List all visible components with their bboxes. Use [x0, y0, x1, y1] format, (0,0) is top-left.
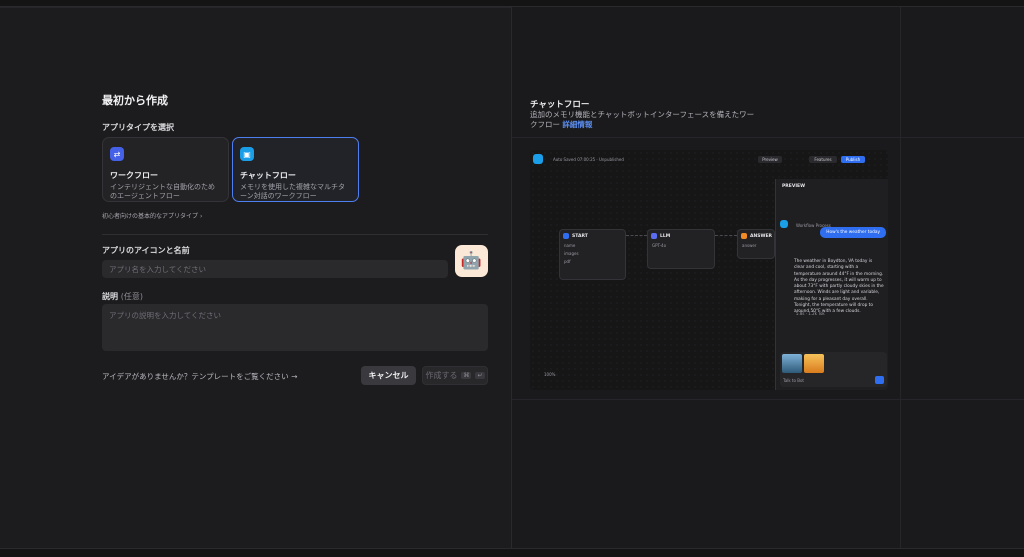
description-label-text: 説明 [102, 292, 118, 301]
divider [512, 137, 1024, 138]
answer-node: ANSWER answer [737, 229, 775, 259]
page-title: 最初から作成 [102, 94, 168, 107]
divider [0, 7, 511, 8]
var-pdf: pdf [564, 259, 571, 264]
input-placeholder: Talk to Bot [783, 378, 804, 383]
llm-title: LLM [660, 234, 671, 239]
llm-icon [651, 233, 657, 239]
llm-node: LLM GPT-4o [647, 229, 715, 269]
card-chatflow[interactable]: ▣ チャットフロー メモリを使用した複雑なマルチターン対話のワークフロー [232, 137, 359, 202]
image-thumb [782, 354, 802, 373]
robot-icon: 🤖 [460, 251, 483, 271]
bot-avatar [780, 220, 788, 228]
app-logo-icon [533, 154, 543, 164]
image-thumb [804, 354, 824, 373]
bot-reply: The weather in Boydton, VA today is clea… [794, 259, 884, 315]
info-title: チャットフロー [530, 100, 590, 110]
create-button[interactable]: 作成する ⌘ ↵ [422, 366, 488, 385]
preview-button: Preview [758, 156, 782, 163]
card-title: ワークフロー [110, 171, 158, 180]
card-desc: インテリジェントな自動化のためのエージェントフロー [110, 183, 215, 200]
chatflow-preview-image: Auto Saved 07:00:25 · Unpublished Previe… [530, 150, 888, 390]
chat-icon: ▣ [240, 147, 254, 161]
template-link-label: アイデアがありませんか？テンプレートをご覧ください [102, 372, 289, 381]
template-link[interactable]: アイデアがありませんか？テンプレートをご覧ください → [102, 371, 297, 382]
app-status: Auto Saved 07:00:25 · Unpublished [553, 157, 624, 162]
name-label: アプリのアイコンと名前 [102, 246, 190, 255]
info-description: 追加のメモリ機能とチャットボットインターフェースを備えたワークフロー 詳細情報 [530, 110, 760, 130]
zoom-level: 100% [544, 372, 556, 377]
card-title: チャットフロー [240, 171, 296, 180]
learn-more-link[interactable]: 詳細情報 [562, 120, 592, 129]
start-icon [563, 233, 569, 239]
description-label: 説明 (任意) [102, 291, 143, 302]
divider [512, 399, 1024, 400]
start-node: START name images pdf [559, 229, 626, 280]
top-bar [0, 0, 1024, 7]
description-input[interactable]: アプリの説明を入力してください [102, 304, 488, 351]
divider [900, 7, 901, 548]
answer-sub: answer [742, 243, 757, 248]
app-type-label: アプリタイプを選択 [102, 123, 174, 132]
chat-input: Talk to Bot [780, 352, 887, 387]
left-toolbar [530, 170, 544, 240]
var-images: images [564, 251, 579, 256]
chevron-right-icon: › [199, 213, 203, 220]
start-title: START [572, 234, 588, 239]
workflow-icon: ⇄ [110, 147, 124, 161]
llm-model: GPT-4o [652, 243, 667, 248]
send-icon [875, 376, 884, 384]
divider [102, 234, 488, 235]
create-label: 作成する [425, 371, 458, 380]
answer-title: ANSWER [750, 234, 772, 239]
bottom-bar [0, 548, 1024, 557]
arrow-right-icon: → [291, 372, 298, 381]
beginner-link-label: 初心者向けの基本的なアプリタイプ [102, 213, 199, 220]
user-message: How's the weather today [820, 227, 886, 238]
app-name-input[interactable]: アプリ名を入力してください [102, 260, 448, 278]
var-name: name [564, 243, 576, 248]
edge [626, 235, 647, 236]
panel-title: PREVIEW [782, 184, 806, 189]
answer-icon [741, 233, 747, 239]
beginner-types-link[interactable]: 初心者向けの基本的なアプリタイプ › [102, 211, 202, 220]
cancel-button[interactable]: キャンセル [361, 366, 416, 385]
reply-meta: 5.8s · 1.2k Tok [796, 311, 825, 316]
preview-panel: PREVIEW How's the weather today Workflow… [775, 179, 888, 390]
edge [715, 235, 737, 236]
workflow-process: Workflow Process [796, 223, 831, 228]
app-icon-picker[interactable]: 🤖 [455, 245, 488, 277]
shortcut-key: ↵ [475, 372, 485, 379]
shortcut-key: ⌘ [461, 372, 472, 379]
features-button: Features [809, 156, 837, 163]
card-desc: メモリを使用した複雑なマルチターン対話のワークフロー [240, 183, 345, 200]
optional-label: (任意) [120, 292, 144, 301]
publish-button: Publish [841, 156, 865, 163]
card-workflow[interactable]: ⇄ ワークフロー インテリジェントな自動化のためのエージェントフロー [102, 137, 229, 202]
